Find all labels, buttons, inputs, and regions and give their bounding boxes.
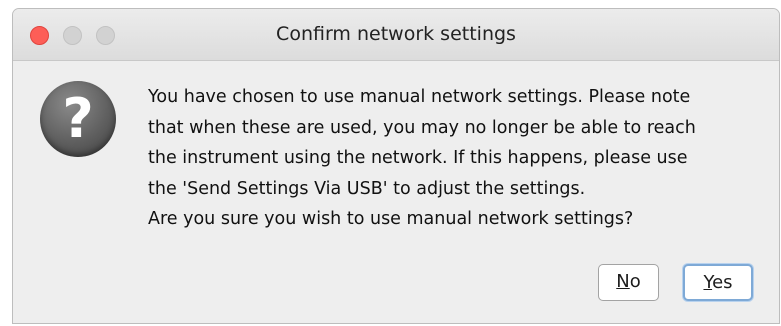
no-button-mnemonic: N (616, 271, 630, 292)
no-button-label: o (629, 271, 641, 292)
message-line: Are you sure you wish to use manual netw… (148, 209, 634, 229)
message-line: the instrument using the network. If thi… (148, 148, 688, 168)
message-text: You have chosen to use manual network se… (148, 82, 778, 235)
message-line: You have chosen to use manual network se… (148, 87, 691, 107)
dialog-window: Confirm network settings ? You have chos… (12, 8, 780, 324)
yes-button-label: es (712, 272, 733, 293)
title-bar[interactable]: Confirm network settings (13, 9, 779, 61)
yes-button[interactable]: Yes (683, 264, 753, 301)
question-icon: ? (40, 81, 116, 157)
yes-button-mnemonic: Y (703, 272, 713, 293)
message-line: that when these are used, you may no lon… (148, 117, 696, 138)
window-title: Confirm network settings (276, 23, 516, 45)
message-line: the 'Send Settings Via USB' to adjust th… (148, 178, 586, 199)
no-button[interactable]: No (598, 264, 659, 301)
